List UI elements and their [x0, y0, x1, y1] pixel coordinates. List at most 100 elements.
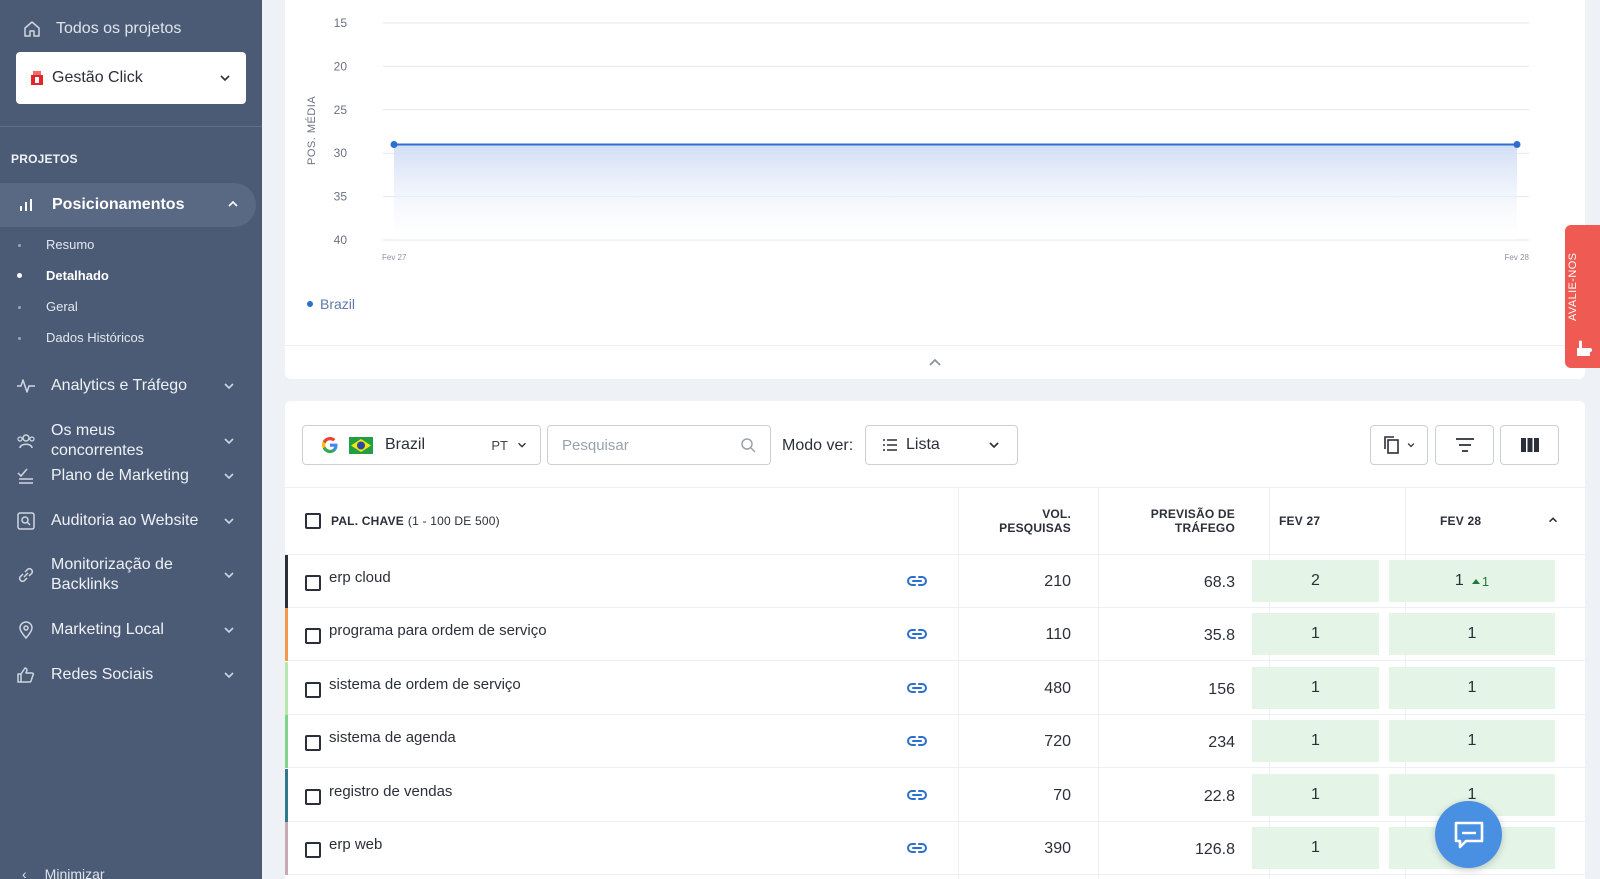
keyword-text[interactable]: sistema de agenda: [329, 729, 456, 746]
row-accent: [285, 608, 288, 662]
row-checkbox[interactable]: [305, 575, 321, 591]
position-fev28: 1: [1389, 720, 1555, 763]
keyword-column-header[interactable]: PAL. CHAVE (1 - 100 DE 500): [305, 488, 905, 554]
sidebar-item-marketing-local[interactable]: Marketing Local: [0, 620, 256, 640]
traffic-forecast: 126.8: [1194, 841, 1235, 858]
view-mode-value: Lista: [906, 436, 940, 453]
table-row[interactable]: sistema de ordem de serviço 480 156 1 1: [285, 661, 1585, 715]
search-volume: 110: [1045, 626, 1071, 644]
sub-item-bullet: [18, 306, 21, 309]
data-point[interactable]: [1513, 141, 1521, 149]
position-fev27: 1: [1252, 773, 1379, 816]
users-icon: [17, 434, 35, 449]
row-checkbox[interactable]: [305, 628, 321, 645]
select-all-checkbox[interactable]: [305, 513, 321, 529]
sub-item-bullet: [18, 244, 21, 247]
columns-button[interactable]: [1500, 425, 1559, 465]
date2-column-header[interactable]: FEV 28: [1440, 488, 1530, 554]
row-checkbox[interactable]: [305, 788, 321, 805]
sidebar-item-auditoria[interactable]: Auditoria ao Website: [0, 511, 256, 531]
keyword-text[interactable]: registro de vendas: [329, 783, 452, 800]
position-change: 1: [1472, 574, 1489, 589]
sidebar-item-concorrentes[interactable]: Os meus concorrentes: [0, 421, 256, 461]
data-point[interactable]: [390, 141, 398, 149]
sidebar-item-analytics[interactable]: Analytics e Tráfego: [0, 376, 256, 396]
sidebar-item-redes-sociais[interactable]: Redes Sociais: [0, 665, 256, 685]
filter-icon: [1455, 438, 1474, 452]
sort-up-icon[interactable]: [1547, 514, 1559, 526]
row-checkbox[interactable]: [305, 842, 321, 858]
sub-item-resumo[interactable]: Resumo: [46, 237, 94, 252]
location-pin-icon: [19, 621, 33, 640]
traffic-column-header[interactable]: PREVISÃO DE TRÁFEGO: [1085, 488, 1235, 554]
position-fev27: 1: [1252, 613, 1379, 656]
sidebar-item-posicionamentos[interactable]: Posicionamentos: [0, 183, 256, 227]
collapse-chart-icon[interactable]: [927, 355, 943, 369]
keyword-text[interactable]: erp cloud: [329, 569, 391, 586]
chevron-down-icon: [220, 75, 230, 82]
view-mode-selector[interactable]: Lista: [865, 425, 1018, 465]
sidebar-item-plano-marketing[interactable]: Plano de Marketing: [0, 466, 256, 486]
sidebar-item-label: Monitorização de Backlinks: [51, 556, 173, 593]
volume-column-header[interactable]: VOL. PESQUISAS: [945, 488, 1071, 554]
link-icon[interactable]: [906, 785, 928, 805]
bar-chart-icon: [20, 199, 32, 211]
keyword-text[interactable]: erp web: [329, 836, 382, 853]
row-checkbox[interactable]: [305, 735, 321, 752]
row-accent: [285, 822, 288, 875]
chat-button[interactable]: [1435, 801, 1502, 868]
link-icon[interactable]: [906, 731, 928, 751]
row-checkbox[interactable]: [305, 681, 321, 698]
keyword-text[interactable]: programa para ordem de serviço: [329, 622, 547, 639]
position-value: 1: [1454, 572, 1464, 589]
country-selector[interactable]: Brazil PT: [302, 425, 541, 465]
sidebar-item-backlinks[interactable]: Monitorização de Backlinks: [0, 555, 256, 595]
link-icon[interactable]: [906, 571, 928, 591]
y-axis-label: POS. MÉDIA: [305, 96, 318, 165]
link-icon[interactable]: [906, 838, 928, 858]
search-input[interactable]: [562, 436, 732, 454]
position-value: 1: [1467, 625, 1477, 643]
view-mode-label: Modo ver:: [782, 437, 854, 454]
table-row[interactable]: registro de vendas 70 22.8 1 1: [285, 768, 1585, 822]
position-value: 1: [1311, 732, 1320, 750]
all-projects-label: Todos os projetos: [56, 20, 182, 37]
table-row[interactable]: erp web 390 126.8 1: [285, 822, 1585, 875]
row-accent: [285, 661, 288, 715]
chevron-down-icon: [224, 383, 234, 390]
search-box: [547, 425, 771, 465]
hand-icon: [1577, 340, 1592, 356]
minimize-sidebar-button[interactable]: ‹ Minimizar: [22, 866, 105, 879]
link-icon[interactable]: [906, 624, 928, 644]
brazil-flag-icon: [349, 436, 373, 454]
traffic-forecast: 234: [1208, 734, 1235, 752]
date1-column-header[interactable]: FEV 27: [1279, 488, 1379, 554]
sub-item-geral[interactable]: Geral: [46, 299, 78, 314]
x-tick-label: Fev 28: [1505, 253, 1530, 262]
search-icon[interactable]: [740, 437, 756, 453]
traffic-header-line1: PREVISÃO DE: [1150, 507, 1235, 521]
series-area: [394, 144, 1517, 240]
all-projects-link[interactable]: Todos os projetos: [22, 16, 181, 42]
review-us-tab[interactable]: AVALIE-NOS: [1565, 225, 1600, 368]
traffic-forecast: 156: [1208, 680, 1235, 698]
traffic-header-line2: TRÁFEGO: [1174, 521, 1235, 535]
project-selector[interactable]: Gestão Click: [16, 52, 246, 104]
position-value: 1: [1311, 678, 1320, 696]
link-icon: [18, 567, 34, 583]
copy-button[interactable]: [1370, 425, 1428, 465]
copy-icon: [1384, 436, 1399, 454]
chevron-down-icon: [224, 627, 234, 634]
table-row[interactable]: sistema de agenda 720 234 1 1: [285, 715, 1585, 769]
chart-legend[interactable]: Brazil: [307, 296, 355, 312]
table-row[interactable]: erp cloud 210 68.3 2 1 1: [285, 555, 1585, 608]
link-icon[interactable]: [906, 678, 928, 698]
x-tick-label: Fev 27: [382, 253, 407, 262]
filter-button[interactable]: [1435, 425, 1494, 465]
language-code: PT: [491, 437, 508, 453]
sub-item-detalhado[interactable]: Detalhado: [46, 268, 109, 283]
sub-item-dados-historicos[interactable]: Dados Históricos: [46, 330, 144, 345]
section-title: PROJETOS: [11, 152, 78, 166]
keyword-text[interactable]: sistema de ordem de serviço: [329, 676, 521, 693]
table-row[interactable]: programa para ordem de serviço 110 35.8 1 1: [285, 608, 1585, 662]
